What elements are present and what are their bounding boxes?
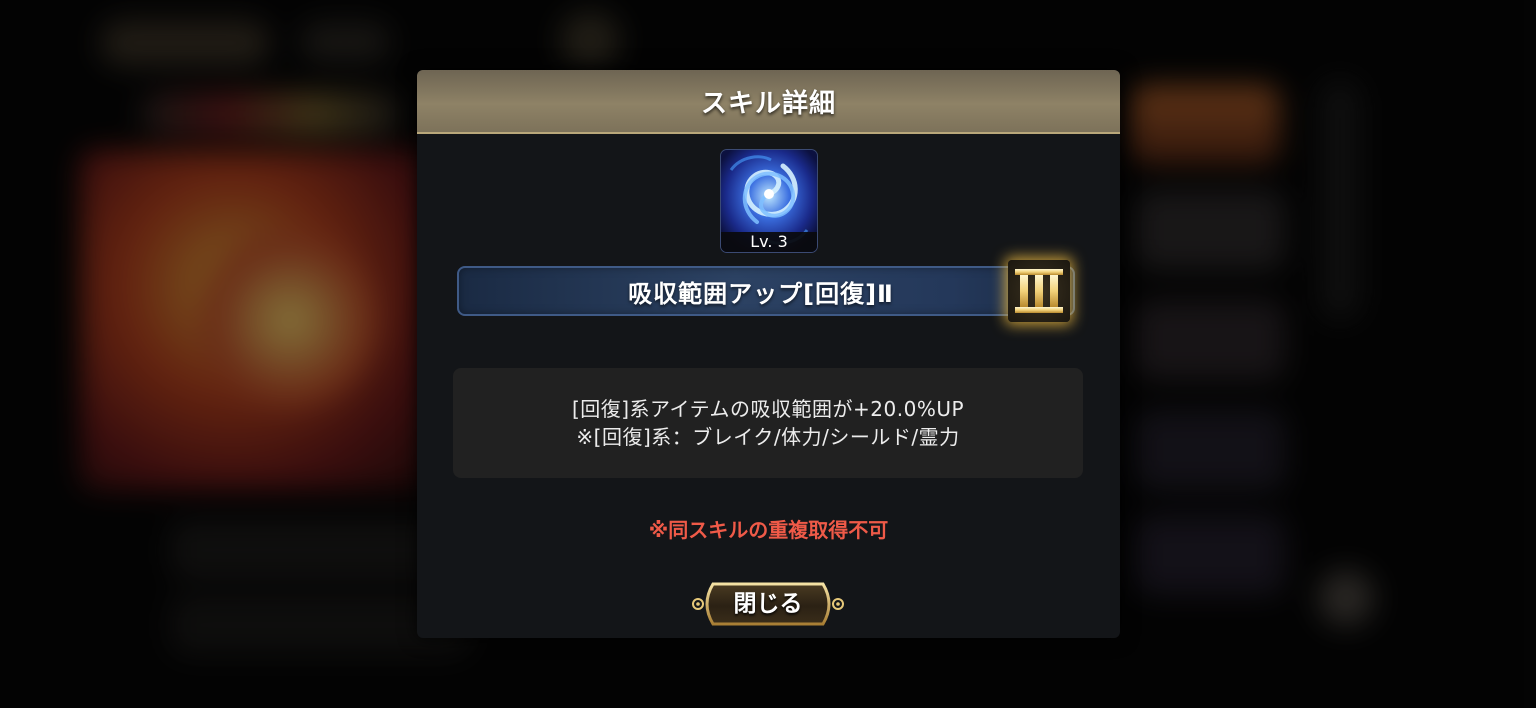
rank-badge — [1008, 260, 1070, 322]
skill-description-box: [回復]系アイテムの吸収範囲が+20.0%UP ※[回復]系：ブレイク/体力/シ… — [453, 368, 1083, 478]
duplicate-warning: ※同スキルの重複取得不可 — [648, 518, 889, 542]
skill-level-label: Lv. 3 — [721, 232, 817, 252]
skill-name: 吸収範囲アップ[回復]Ⅱ — [628, 279, 894, 308]
close-button-label: 閉じる — [733, 591, 803, 617]
close-button[interactable]: 閉じる — [689, 580, 847, 628]
description-note: ※[回復]系：ブレイク/体力/シールド/霊力 — [576, 425, 960, 449]
skill-icon: Lv. 3 — [721, 150, 817, 252]
dialog-title: スキル詳細 — [700, 88, 836, 119]
skill-detail-dialog: スキル詳細 Lv. 3 吸収範囲アップ[回復]Ⅱ [回復]系アイテムの吸収範囲が… — [417, 70, 1120, 638]
description-line: [回復]系アイテムの吸収範囲が+20.0%UP — [571, 397, 965, 421]
roman-numeral-three-icon — [1015, 269, 1063, 313]
dialog-header: スキル詳細 — [417, 70, 1120, 134]
skill-name-bar: 吸収範囲アップ[回復]Ⅱ — [457, 266, 1075, 316]
game-screen: スキル詳細 Lv. 3 吸収範囲アップ[回復]Ⅱ [回復]系アイテムの吸収範囲が… — [0, 0, 1536, 708]
